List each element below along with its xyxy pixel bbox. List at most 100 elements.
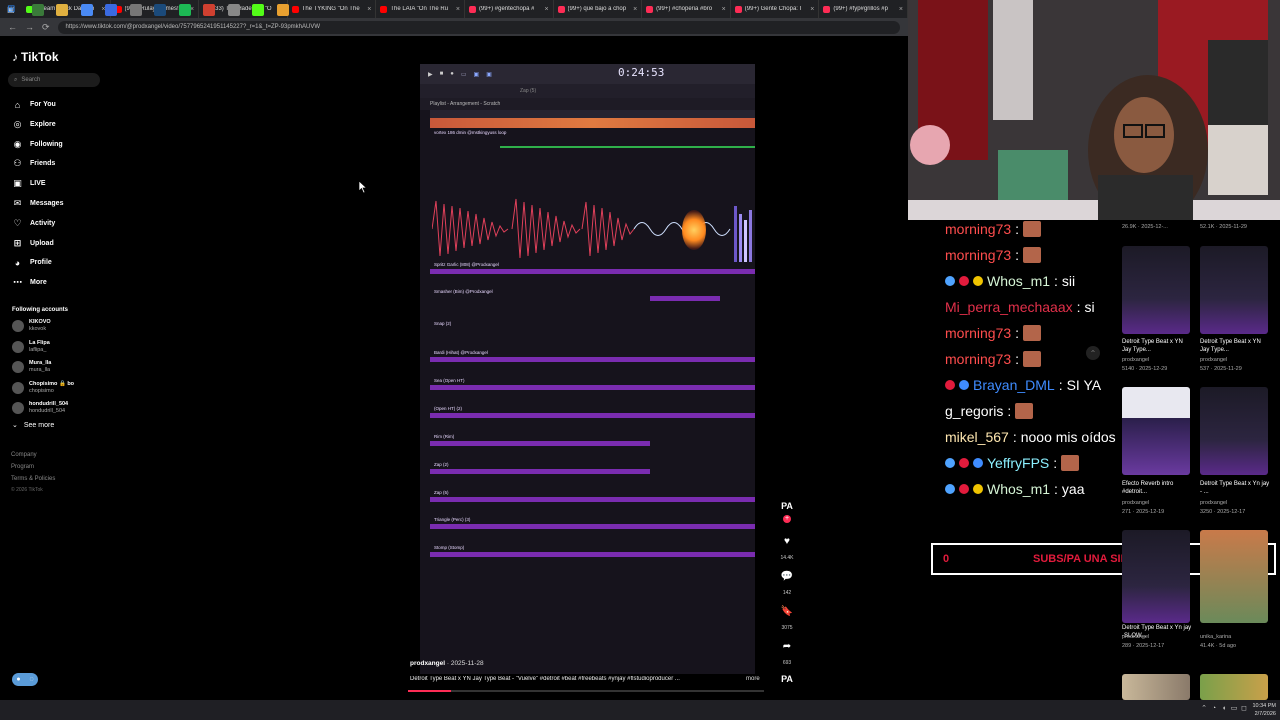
url-field[interactable]: https://www.tiktok.com/@prodxangel/video… [57, 20, 900, 34]
follow-plus-icon[interactable]: + [783, 515, 791, 523]
related-video-thumbnail[interactable] [1200, 387, 1268, 475]
tab-close-icon[interactable]: × [456, 6, 460, 13]
tab-close-icon[interactable]: × [190, 6, 194, 13]
nav-item-live[interactable]: ▣ LIVE [12, 178, 45, 189]
related-video-thumbnail[interactable] [1200, 674, 1268, 700]
related-video-title[interactable]: Detroit Type Beat x YN Jay Type... [1200, 338, 1270, 354]
tiktok-logo[interactable]: ♪ TikTok [12, 50, 59, 64]
chrome-icon[interactable] [80, 4, 93, 16]
related-video-author[interactable]: prodxangel [1122, 500, 1192, 506]
nav-item-more[interactable]: ⋯ More [12, 277, 47, 288]
tab-close-icon[interactable]: × [722, 6, 726, 13]
chat-username[interactable]: morning73 [945, 221, 1011, 237]
toggle-switch[interactable]: ● ◌ [12, 673, 38, 686]
related-video-thumbnail[interactable] [1122, 387, 1190, 475]
video-author-line[interactable]: prodxangel · 2025-11-28 [410, 660, 484, 667]
browser-tab[interactable]: The TYKING "On The × [288, 0, 377, 18]
tab-close-icon[interactable]: × [367, 6, 371, 13]
browser-tab[interactable]: (99+) #gentechopa # × [465, 0, 554, 18]
chat-username[interactable]: mikel_567 [945, 429, 1009, 445]
following-account[interactable]: Mura_lla mura_lla [12, 360, 51, 374]
related-video-thumbnail[interactable] [1200, 530, 1268, 623]
video-progress-bar[interactable] [408, 690, 764, 692]
volume-icon[interactable]: ◖ [1220, 705, 1228, 713]
related-video-author[interactable]: prodxangel [1122, 357, 1192, 363]
following-account[interactable]: KIKOVO kkovok [12, 319, 51, 333]
nav-item-messages[interactable]: ✉ Messages [12, 198, 64, 209]
related-video-title[interactable]: Efecto Reverb intro #detroit... [1122, 480, 1192, 496]
following-account[interactable]: hondudrill_504 hondudrill_504 [12, 401, 68, 415]
nav-item-explore[interactable]: ◎ Explore [12, 119, 56, 130]
windows-start-icon[interactable]: ⊞ [7, 4, 19, 16]
nav-item-label: Following [30, 140, 63, 148]
related-video-title[interactable]: Detroit Type Beat x Yn jay - ... [1200, 480, 1270, 496]
nav-item-friends[interactable]: ⚇ Friends [12, 158, 55, 169]
back-icon[interactable]: ← [8, 22, 17, 32]
app-icon[interactable] [105, 4, 117, 16]
file-explorer-icon[interactable] [56, 4, 68, 16]
share-icon[interactable]: ➦ [780, 639, 794, 653]
forward-icon[interactable]: → [25, 22, 34, 32]
footer-company[interactable]: Company [11, 452, 37, 458]
nav-item-following[interactable]: ◉ Following [12, 139, 63, 150]
browser-tab[interactable]: (99+) #choperia #bro × [642, 0, 731, 18]
chat-username[interactable]: Whos_m1 [987, 481, 1050, 497]
chevron-up-icon[interactable]: ⌃ [1200, 705, 1208, 713]
browser-tab[interactable]: (99+) #fyp#grillos #p × [819, 0, 908, 18]
author-avatar[interactable]: PA [779, 501, 795, 515]
related-video-author[interactable]: unika_karina [1200, 634, 1270, 640]
spotify-icon[interactable] [178, 4, 191, 16]
chrome-icon[interactable] [276, 4, 289, 16]
tab-close-icon[interactable]: × [810, 6, 814, 13]
video-author[interactable]: prodxangel [410, 660, 445, 667]
related-video-author[interactable]: prodxangel [1200, 500, 1270, 506]
chevron-up-icon[interactable]: ⌃ [1086, 346, 1100, 360]
search-input[interactable]: ⌕ Search [8, 73, 100, 87]
related-video-author[interactable]: prodxangel [1122, 634, 1192, 640]
wifi-icon[interactable]: ◔ [1210, 705, 1218, 713]
chat-username[interactable]: g_regoris [945, 403, 1003, 419]
chat-username[interactable]: morning73 [945, 325, 1011, 341]
chat-username[interactable]: Mi_perra_mechaaax [945, 299, 1073, 315]
see-more-button[interactable]: ⌄ See more [12, 421, 54, 430]
caption-more-link[interactable]: more [746, 676, 760, 682]
chat-username[interactable]: morning73 [945, 247, 1011, 263]
steam-icon[interactable] [154, 4, 166, 16]
related-video-thumbnail[interactable] [1122, 674, 1190, 700]
related-video-thumbnail[interactable] [1200, 246, 1268, 334]
following-account[interactable]: Chopisimo 🔒 bo chopisimo [12, 381, 74, 395]
kick-icon[interactable] [252, 4, 264, 16]
pen-icon[interactable] [129, 4, 142, 16]
tab-close-icon[interactable]: × [633, 6, 637, 13]
like-heart-icon[interactable]: ♥ [780, 534, 794, 548]
footer-terms[interactable]: Terms & Policies [11, 476, 55, 482]
comment-icon[interactable]: 💬 [780, 569, 794, 583]
obs-icon[interactable] [203, 4, 215, 16]
browser-tab[interactable]: The LAIA "On The Ru × [376, 0, 465, 18]
reload-icon[interactable]: ⟳ [42, 22, 50, 33]
following-account[interactable]: La Flipa laflipa_ [12, 340, 50, 354]
related-video-thumbnail[interactable] [1122, 246, 1190, 334]
nav-item-activity[interactable]: ♡ Activity [12, 218, 55, 229]
nav-item-for-you[interactable]: ⌂ For You [12, 99, 56, 110]
sound-disc-icon[interactable]: PA [779, 674, 795, 688]
browser-tab[interactable]: (99+) que bajo a chop × [554, 0, 643, 18]
nav-item-upload[interactable]: ⊞ Upload [12, 238, 54, 249]
bookmark-icon[interactable]: 🔖 [780, 604, 794, 618]
tab-close-icon[interactable]: × [899, 6, 903, 13]
related-video-thumbnail[interactable] [1122, 530, 1190, 623]
app-icon[interactable] [227, 4, 240, 16]
chat-username[interactable]: YeffryFPS [987, 455, 1049, 471]
battery-icon[interactable]: ▭ [1230, 705, 1238, 713]
tab-close-icon[interactable]: × [544, 6, 548, 13]
related-video-title[interactable]: Detroit Type Beat x YN Jay Type... [1122, 338, 1192, 354]
browser-tab[interactable]: (99+) Gente Chopa: I × [731, 0, 820, 18]
nav-item-profile[interactable]: ◕ Profile [12, 257, 52, 268]
chat-username[interactable]: Whos_m1 [987, 273, 1050, 289]
video-player[interactable]: ▶ ■ ● ▭ ▣ ▣ 0:24:53 Zap (5) Playlist - A… [420, 64, 755, 674]
footer-program[interactable]: Program [11, 464, 34, 470]
related-video-author[interactable]: prodxangel [1200, 357, 1270, 363]
chat-username[interactable]: Brayan_DML [973, 377, 1055, 393]
chat-username[interactable]: morning73 [945, 351, 1011, 367]
terminal-icon[interactable] [31, 4, 44, 16]
